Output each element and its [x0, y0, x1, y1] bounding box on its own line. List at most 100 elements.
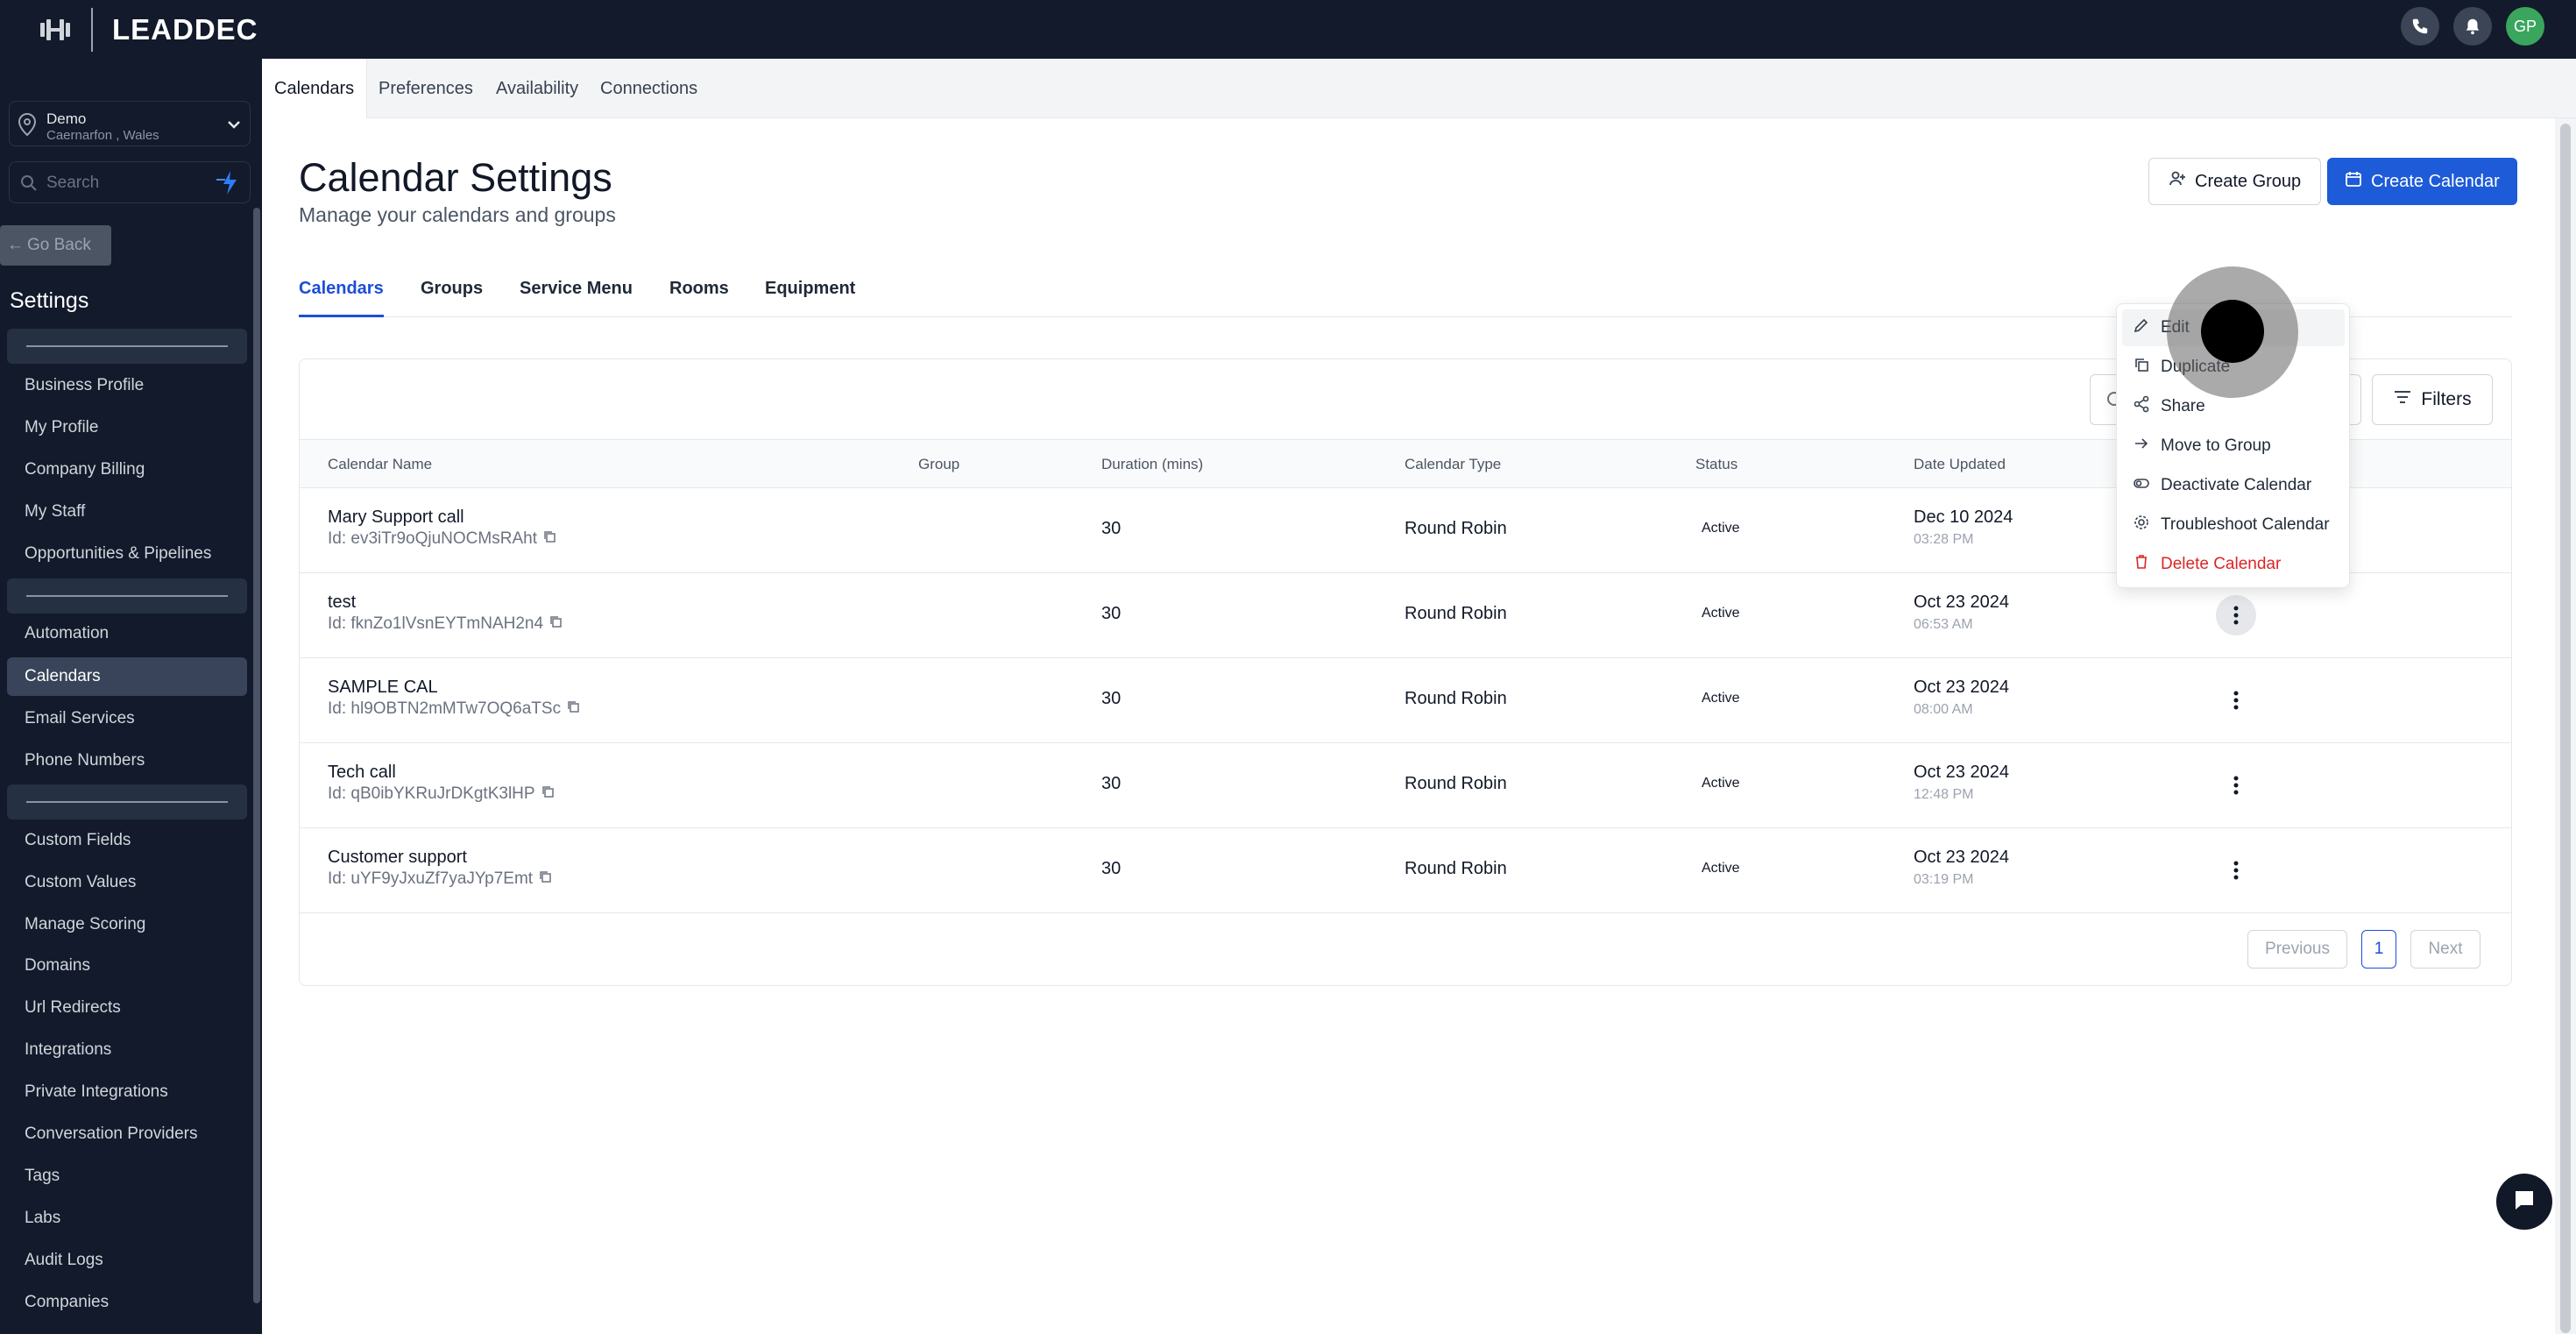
- sidebar-item-companies[interactable]: Companies: [7, 1283, 247, 1322]
- date-updated: Oct 23 2024: [1914, 848, 2009, 867]
- avatar[interactable]: GP: [2506, 7, 2544, 46]
- time-updated: 06:53 AM: [1914, 617, 1973, 632]
- sidebar-item-automation[interactable]: Automation: [7, 614, 247, 653]
- sidebar-item-conversation-providers[interactable]: Conversation Providers: [7, 1115, 247, 1153]
- column-group[interactable]: Group: [918, 456, 959, 473]
- calendar-id: Id: hl9OBTN2mMTw7OQ6aTSc: [328, 699, 580, 719]
- sidebar-item-integrations[interactable]: Integrations: [7, 1031, 247, 1069]
- status-badge: Active: [1702, 861, 1740, 876]
- status-badge: Active: [1702, 521, 1740, 536]
- filters-label: Filters: [2421, 389, 2472, 409]
- go-back-button[interactable]: ← Go Back: [0, 225, 111, 266]
- copy-icon[interactable]: [548, 614, 563, 634]
- filter-icon: [2393, 388, 2412, 411]
- search-icon: [20, 174, 38, 196]
- column-calendar-name[interactable]: Calendar Name: [328, 456, 432, 473]
- menu-item-delete-calendar[interactable]: Delete Calendar: [2122, 546, 2345, 583]
- more-options-icon[interactable]: [2216, 595, 2256, 635]
- settings-top-tabs: Calendars Preferences Availability Conne…: [262, 59, 2576, 118]
- copy-icon[interactable]: [538, 869, 552, 889]
- sidebar-item-email-services[interactable]: Email Services: [7, 699, 247, 738]
- tab-preferences[interactable]: Preferences: [379, 59, 473, 118]
- sidebar-item-manage-scoring[interactable]: Manage Scoring: [7, 905, 247, 944]
- sidebar-item-url-redirects[interactable]: Url Redirects: [7, 989, 247, 1027]
- phone-icon[interactable]: [2401, 7, 2439, 46]
- subtab-calendars[interactable]: Calendars: [299, 279, 384, 317]
- location-switcher[interactable]: Demo Caernarfon , Wales: [9, 101, 251, 146]
- menu-item-deactivate-calendar[interactable]: Deactivate Calendar: [2122, 467, 2345, 504]
- tab-calendars[interactable]: Calendars: [262, 59, 368, 118]
- next-page-button[interactable]: Next: [2410, 930, 2480, 969]
- sidebar-item-domains[interactable]: Domains: [7, 947, 247, 985]
- table-row[interactable]: SAMPLE CAL Id: hl9OBTN2mMTw7OQ6aTSc 30 R…: [300, 658, 2511, 743]
- calendar-name[interactable]: SAMPLE CAL: [328, 678, 438, 698]
- sidebar-item-business-profile[interactable]: Business Profile: [7, 366, 247, 405]
- bell-icon[interactable]: [2453, 7, 2492, 46]
- sidebar-item-phone-numbers[interactable]: Phone Numbers: [7, 742, 247, 780]
- table-row[interactable]: Customer support Id: uYF9yJxuZf7yaJYp7Em…: [300, 828, 2511, 913]
- sidebar-search[interactable]: Search: [9, 161, 251, 203]
- menu-item-troubleshoot-calendar[interactable]: Troubleshoot Calendar: [2122, 507, 2345, 543]
- date-updated: Oct 23 2024: [1914, 763, 2009, 782]
- page-subtitle: Manage your calendars and groups: [299, 203, 616, 226]
- sidebar-item-calendars[interactable]: Calendars: [7, 657, 247, 696]
- subtab-equipment[interactable]: Equipment: [765, 279, 855, 317]
- table-row[interactable]: Tech call Id: qB0ibYKRuJrDKgtK3lHP 30 Ro…: [300, 743, 2511, 828]
- calendar-name[interactable]: Tech call: [328, 763, 396, 783]
- filters-button[interactable]: Filters: [2372, 374, 2493, 425]
- lightning-icon[interactable]: [213, 167, 243, 202]
- column-calendar-type[interactable]: Calendar Type: [1405, 456, 1501, 473]
- chat-widget-button[interactable]: [2496, 1174, 2552, 1230]
- chevron-down-icon: [225, 116, 243, 138]
- column-duration[interactable]: Duration (mins): [1101, 456, 1203, 473]
- calendar-id-text: Id: qB0ibYKRuJrDKgtK3lHP: [328, 784, 535, 803]
- create-group-label: Create Group: [2195, 171, 2302, 191]
- calendar-id: Id: uYF9yJxuZf7yaJYp7Emt: [328, 869, 552, 889]
- time-updated: 03:28 PM: [1914, 532, 1974, 547]
- copy-icon[interactable]: [566, 699, 580, 719]
- arrow-right-icon: [2133, 435, 2150, 458]
- status-badge: Active: [1702, 776, 1740, 791]
- tab-availability[interactable]: Availability: [496, 59, 578, 118]
- sidebar-item-my-profile[interactable]: My Profile: [7, 408, 247, 447]
- more-options-icon[interactable]: [2216, 765, 2256, 805]
- sidebar-item-company-billing[interactable]: Company Billing: [7, 451, 247, 489]
- sidebar-item-custom-fields[interactable]: Custom Fields: [7, 821, 247, 860]
- sidebar-item-custom-values[interactable]: Custom Values: [7, 863, 247, 902]
- more-options-icon[interactable]: [2216, 680, 2256, 720]
- duration: 30: [1101, 774, 1122, 793]
- calendar-name[interactable]: test: [328, 592, 356, 613]
- sidebar-item-private-integrations[interactable]: Private Integrations: [7, 1073, 247, 1111]
- subtab-groups[interactable]: Groups: [421, 279, 483, 317]
- copy-icon[interactable]: [541, 784, 555, 804]
- sidebar-scrollbar[interactable]: [253, 208, 260, 1303]
- dumbbell-icon: [39, 16, 72, 44]
- column-status[interactable]: Status: [1695, 456, 1737, 473]
- sidebar-item-tags[interactable]: Tags: [7, 1157, 247, 1196]
- create-group-button[interactable]: Create Group: [2148, 158, 2322, 205]
- brand-logo[interactable]: LEADDEC: [39, 8, 258, 52]
- location-address: Caernarfon , Wales: [46, 128, 159, 143]
- brand-name: LEADDEC: [112, 13, 258, 46]
- sidebar-item-opportunities[interactable]: Opportunities & Pipelines: [7, 535, 247, 573]
- calendar-name[interactable]: Customer support: [328, 848, 467, 868]
- more-options-icon[interactable]: [2216, 850, 2256, 891]
- menu-item-move-to-group[interactable]: Move to Group: [2122, 428, 2345, 465]
- duration: 30: [1101, 859, 1122, 878]
- calendar-name[interactable]: Mary Support call: [328, 507, 464, 528]
- page-number-button[interactable]: 1: [2361, 930, 2396, 969]
- tab-connections[interactable]: Connections: [600, 59, 697, 118]
- sidebar-item-my-staff[interactable]: My Staff: [7, 493, 247, 531]
- menu-item-label: Share: [2161, 397, 2205, 415]
- subtab-rooms[interactable]: Rooms: [669, 279, 729, 317]
- sidebar-item-labs[interactable]: Labs: [7, 1199, 247, 1238]
- date-updated: Dec 10 2024: [1914, 507, 2013, 527]
- location-name: Demo: [46, 110, 87, 127]
- copy-icon[interactable]: [542, 529, 556, 549]
- sidebar-item-audit-logs[interactable]: Audit Logs: [7, 1241, 247, 1280]
- previous-page-button[interactable]: Previous: [2247, 930, 2347, 969]
- column-date-updated[interactable]: Date Updated: [1914, 456, 2006, 473]
- create-calendar-button[interactable]: Create Calendar: [2327, 158, 2517, 205]
- page-scrollbar[interactable]: [2555, 118, 2576, 1334]
- subtab-service-menu[interactable]: Service Menu: [520, 279, 633, 317]
